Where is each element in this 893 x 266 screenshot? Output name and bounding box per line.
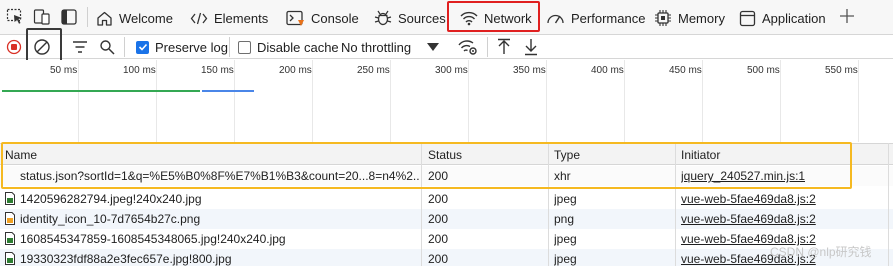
network-toolbar: Preserve log Disable cache No throttling	[0, 35, 893, 59]
import-har-icon[interactable]	[496, 38, 512, 56]
timeline-tick: 50 ms	[50, 65, 78, 76]
tab-console[interactable]: Console	[286, 4, 359, 32]
selected-request-highlight	[1, 142, 852, 189]
request-type: jpeg	[554, 232, 577, 246]
network-conditions-icon[interactable]	[458, 38, 478, 56]
png-file-icon	[5, 212, 15, 225]
timeline-request-bar	[2, 90, 200, 92]
timeline-gridline	[468, 60, 469, 142]
request-type: png	[554, 212, 575, 226]
request-status: 200	[428, 192, 449, 206]
search-icon[interactable]	[99, 39, 115, 55]
timeline-gridline	[780, 60, 781, 142]
export-har-icon[interactable]	[523, 38, 539, 56]
timeline-tick: 300 ms	[435, 65, 468, 76]
tab-welcome[interactable]: Welcome	[96, 4, 173, 32]
performance-gauge-icon	[547, 14, 564, 23]
memory-chip-icon	[655, 10, 671, 26]
image-file-icon	[5, 232, 15, 245]
tab-memory[interactable]: Memory	[654, 4, 725, 32]
code-brackets-icon	[190, 12, 208, 24]
throttling-select[interactable]: No throttling	[341, 37, 440, 57]
request-status: 200	[428, 232, 449, 246]
filter-icon[interactable]	[72, 39, 88, 55]
timeline-gridline	[858, 60, 859, 142]
request-name: 1420596282794.jpeg!240x240.jpg	[20, 192, 202, 206]
timeline-gridline	[312, 60, 313, 142]
timeline-tick: 250 ms	[357, 65, 390, 76]
tab-console-label: Console	[311, 10, 359, 26]
timeline-gridline	[234, 60, 235, 142]
bug-icon	[374, 10, 392, 26]
request-status: 200	[428, 252, 449, 266]
image-file-icon	[5, 192, 15, 205]
request-initiator-link[interactable]: vue-web-5fae469da8.js:2	[681, 192, 816, 206]
console-icon	[286, 10, 304, 26]
disable-cache-checkbox[interactable]: Disable cache	[238, 37, 339, 57]
record-icon[interactable]	[6, 39, 22, 55]
request-initiator-link[interactable]: vue-web-5fae469da8.js:2	[681, 212, 816, 226]
tab-performance[interactable]: Performance	[546, 4, 645, 32]
request-type: jpeg	[554, 252, 577, 266]
timeline-tick: 350 ms	[513, 65, 546, 76]
devtools-tab-bar: Welcome Elements Console Sources Network…	[0, 0, 893, 35]
request-type: jpeg	[554, 192, 577, 206]
tab-memory-label: Memory	[678, 10, 725, 26]
tab-sources[interactable]: Sources	[374, 4, 446, 32]
timeline-gridline	[624, 60, 625, 142]
application-window-icon	[739, 10, 756, 26]
toolbar-divider	[124, 37, 125, 57]
timeline-tick: 400 ms	[591, 65, 624, 76]
table-row[interactable]: identity_icon_10-7d7654b27c.png 200 png …	[0, 209, 893, 229]
tab-welcome-label: Welcome	[119, 10, 173, 26]
tab-elements-label: Elements	[214, 10, 269, 26]
preserve-log-checkbox[interactable]: Preserve log	[136, 37, 228, 57]
watermark: CSDN @nlp研究钱	[770, 245, 872, 259]
timeline-request-bar	[202, 90, 254, 92]
timeline-overview[interactable]: 50 ms 100 ms 150 ms 200 ms 250 ms 300 ms…	[0, 60, 893, 142]
timeline-gridline	[78, 60, 79, 142]
table-row[interactable]: 1420596282794.jpeg!240x240.jpg 200 jpeg …	[0, 189, 893, 209]
tab-application[interactable]: Application	[739, 4, 826, 32]
home-icon	[97, 11, 112, 26]
tab-elements[interactable]: Elements	[190, 4, 268, 32]
request-name: 19330323fdf88a2e3fec657e.jpg!800.jpg	[20, 252, 232, 266]
network-tab-highlight	[447, 1, 540, 32]
disable-cache-label: Disable cache	[257, 39, 339, 55]
timeline-tick: 200 ms	[279, 65, 312, 76]
tab-performance-label: Performance	[571, 10, 646, 26]
table-row[interactable]: 19330323fdf88a2e3fec657e.jpg!800.jpg 200…	[0, 249, 893, 266]
timeline-tick: 150 ms	[201, 65, 234, 76]
device-toolbar-icon[interactable]	[33, 8, 51, 26]
dropdown-arrow-icon	[427, 43, 440, 51]
timeline-tick: 450 ms	[669, 65, 702, 76]
timeline-tick: 500 ms	[747, 65, 780, 76]
clear-button-highlight	[26, 28, 62, 62]
disable-cache-check-icon	[238, 40, 251, 54]
request-status: 200	[428, 212, 449, 226]
timeline-gridline	[390, 60, 391, 142]
toolbar-divider	[229, 37, 230, 57]
inspect-element-icon[interactable]	[6, 8, 24, 26]
table-row[interactable]: 1608545347859-1608545348065.jpg!240x240.…	[0, 229, 893, 249]
toolbar-divider	[487, 37, 488, 57]
preserve-log-label: Preserve log	[155, 39, 228, 55]
request-name: identity_icon_10-7d7654b27c.png	[20, 212, 201, 226]
toggle-sidebar-icon[interactable]	[60, 8, 78, 26]
image-file-icon	[5, 252, 15, 265]
devtools-window: Welcome Elements Console Sources Network…	[0, 0, 893, 266]
toolbar-divider	[87, 7, 88, 27]
preserve-log-check-icon	[136, 40, 149, 54]
timeline-gridline	[702, 60, 703, 142]
plus-icon[interactable]	[839, 8, 855, 24]
tab-application-label: Application	[762, 10, 826, 26]
throttling-value: No throttling	[341, 39, 412, 55]
column-divider[interactable]	[888, 143, 889, 266]
timeline-tick: 550 ms	[825, 65, 858, 76]
timeline-gridline	[156, 60, 157, 142]
timeline-tick: 100 ms	[123, 65, 156, 76]
timeline-gridline	[546, 60, 547, 142]
tab-sources-label: Sources	[398, 10, 446, 26]
request-name: 1608545347859-1608545348065.jpg!240x240.…	[20, 232, 286, 246]
